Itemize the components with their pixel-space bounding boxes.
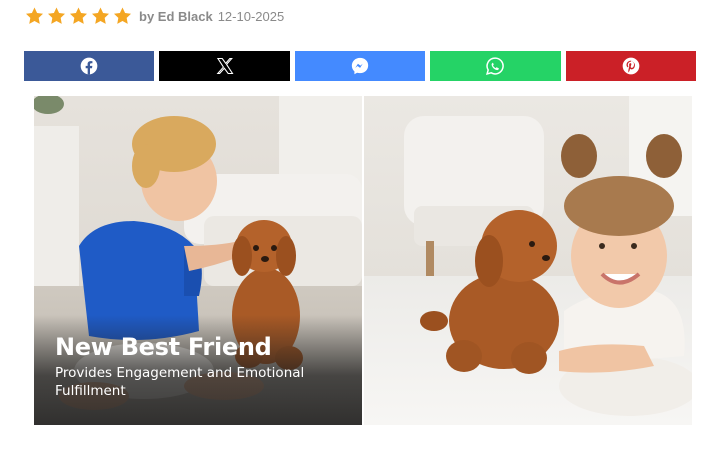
review-author: by Ed Black (139, 8, 213, 24)
whatsapp-icon (486, 57, 505, 75)
star-icon (48, 7, 65, 24)
share-x-button[interactable] (159, 51, 290, 81)
review-header: by Ed Black 12-10-2025 (24, 6, 284, 26)
x-icon (216, 57, 234, 75)
hero-image: New Best Friend Provides Engagement and … (34, 96, 692, 425)
hero-image-right (364, 96, 692, 425)
girl-with-puppy-photo (364, 96, 692, 425)
share-facebook-button[interactable] (24, 51, 155, 81)
star-rating (24, 6, 133, 26)
hero-caption: New Best Friend Provides Engagement and … (55, 332, 355, 400)
share-bar (24, 51, 697, 81)
facebook-icon (80, 57, 98, 75)
share-messenger-button[interactable] (294, 51, 426, 81)
share-whatsapp-button[interactable] (430, 51, 561, 81)
review-date: 12-10-2025 (217, 8, 285, 24)
star-icon (26, 7, 43, 24)
star-icon (114, 7, 131, 24)
share-pinterest-button[interactable] (565, 51, 697, 81)
star-icon (92, 7, 109, 24)
star-icon (70, 7, 87, 24)
caption-subtitle: Provides Engagement and Emotional Fulfil… (55, 365, 305, 399)
pinterest-icon (622, 57, 640, 75)
hero-image-left: New Best Friend Provides Engagement and … (34, 96, 362, 425)
caption-title: New Best Friend (55, 333, 272, 361)
messenger-icon (351, 57, 369, 75)
